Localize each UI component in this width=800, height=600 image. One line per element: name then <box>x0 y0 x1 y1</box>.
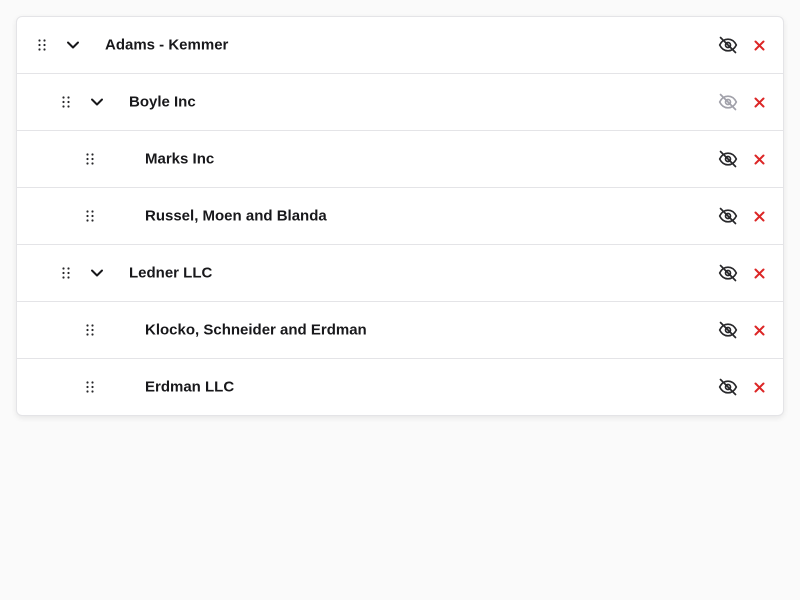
chevron-down-icon[interactable] <box>64 36 82 54</box>
tree-row-label: Adams - Kemmer <box>105 36 229 54</box>
eye-off-icon[interactable] <box>717 262 739 284</box>
drag-handle-icon[interactable] <box>84 322 96 338</box>
drag-handle-icon[interactable] <box>60 265 72 281</box>
close-icon[interactable] <box>751 379 767 395</box>
tree-row[interactable]: Erdman LLC <box>17 358 783 415</box>
tree-row[interactable]: Ledner LLC <box>17 244 783 301</box>
drag-handle-icon[interactable] <box>84 379 96 395</box>
tree-row[interactable]: Russel, Moen and Blanda <box>17 187 783 244</box>
tree-row[interactable]: Marks Inc <box>17 130 783 187</box>
close-icon[interactable] <box>751 208 767 224</box>
tree-row-label: Erdman LLC <box>145 378 235 396</box>
tree-row[interactable]: Adams - Kemmer <box>17 17 783 73</box>
close-icon[interactable] <box>751 151 767 167</box>
eye-off-icon[interactable] <box>717 319 739 341</box>
tree-row-label: Ledner LLC <box>129 264 213 282</box>
drag-handle-icon[interactable] <box>84 151 96 167</box>
close-icon[interactable] <box>751 37 767 53</box>
tree-row[interactable]: Boyle Inc <box>17 73 783 130</box>
chevron-down-icon[interactable] <box>88 264 106 282</box>
eye-off-icon[interactable] <box>717 34 739 56</box>
drag-handle-icon[interactable] <box>36 37 48 53</box>
eye-off-icon[interactable] <box>717 205 739 227</box>
tree-row-label: Russel, Moen and Blanda <box>145 207 327 225</box>
drag-handle-icon[interactable] <box>84 208 96 224</box>
tree-row-label: Marks Inc <box>145 150 215 168</box>
tree-row[interactable]: Klocko, Schneider and Erdman <box>17 301 783 358</box>
tree-row-label: Boyle Inc <box>129 93 196 111</box>
close-icon[interactable] <box>751 94 767 110</box>
close-icon[interactable] <box>751 322 767 338</box>
eye-off-icon[interactable] <box>717 376 739 398</box>
drag-handle-icon[interactable] <box>60 94 72 110</box>
tree-list: Adams - Kemmer Boyle Inc Marks Inc Russe… <box>16 16 784 416</box>
chevron-down-icon[interactable] <box>88 93 106 111</box>
tree-row-label: Klocko, Schneider and Erdman <box>145 321 367 339</box>
eye-off-icon[interactable] <box>717 91 739 113</box>
eye-off-icon[interactable] <box>717 148 739 170</box>
close-icon[interactable] <box>751 265 767 281</box>
